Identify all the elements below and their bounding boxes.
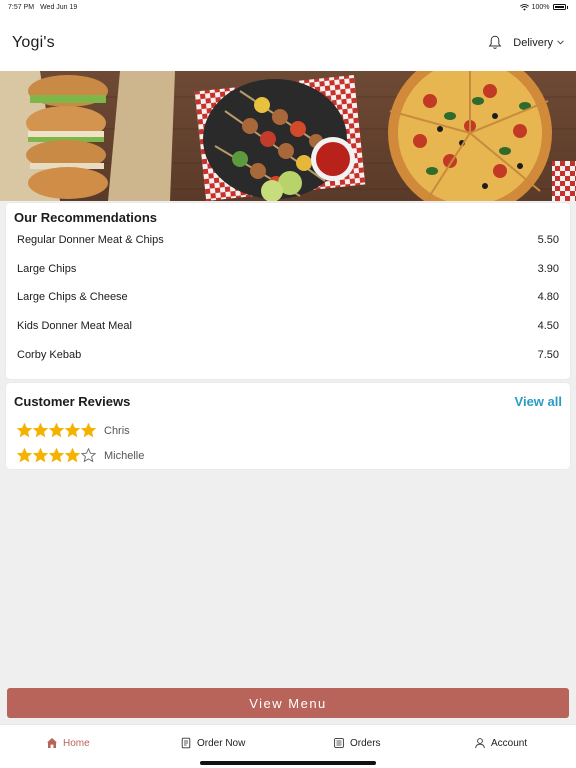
star-filled-icon bbox=[17, 448, 32, 463]
user-icon bbox=[475, 738, 485, 749]
recommendation-item[interactable]: Kids Donner Meat Meal 4.50 bbox=[14, 312, 562, 341]
home-icon bbox=[47, 738, 57, 748]
tab-orders[interactable]: Orders bbox=[333, 737, 381, 749]
tab-account-label: Account bbox=[491, 737, 528, 749]
star-filled-icon bbox=[49, 423, 64, 438]
delivery-mode-label: Delivery bbox=[513, 36, 553, 49]
status-date: Wed Jun 19 bbox=[40, 3, 78, 11]
tab-account[interactable]: Account bbox=[474, 737, 527, 749]
reviews-title: Customer Reviews bbox=[14, 394, 131, 409]
orders-icon bbox=[334, 738, 344, 748]
tab-order-now-label: Order Now bbox=[197, 737, 246, 749]
recommendation-item[interactable]: Large Chips 3.90 bbox=[14, 255, 562, 284]
hero-banner-image bbox=[0, 71, 576, 201]
chevron-down-icon bbox=[557, 40, 564, 45]
status-bar: 7:57 PM Wed Jun 19 100% bbox=[0, 0, 576, 14]
item-name: Large Chips & Cheese bbox=[17, 291, 128, 304]
star-empty-icon bbox=[81, 448, 96, 463]
tab-home[interactable]: Home bbox=[46, 737, 90, 749]
item-name: Large Chips bbox=[17, 262, 77, 275]
star-filled-icon bbox=[49, 448, 64, 463]
item-name: Corby Kebab bbox=[17, 348, 82, 361]
star-filled-icon bbox=[33, 448, 48, 463]
tab-orders-label: Orders bbox=[350, 737, 381, 749]
recommendation-item[interactable]: Corby Kebab 7.50 bbox=[14, 340, 562, 369]
battery-icon bbox=[552, 4, 566, 10]
wifi-icon bbox=[519, 3, 529, 11]
app-header: Yogi's Delivery bbox=[0, 14, 576, 71]
recommendation-item[interactable]: Large Chips & Cheese 4.80 bbox=[14, 283, 562, 312]
star-filled-icon bbox=[65, 448, 80, 463]
item-price: 4.80 bbox=[537, 291, 559, 304]
item-price: 4.50 bbox=[537, 320, 559, 333]
item-name: Regular Donner Meat & Chips bbox=[17, 234, 164, 247]
item-price: 5.50 bbox=[537, 234, 559, 247]
reviews-card: Customer Reviews View all Chris Michelle bbox=[6, 383, 570, 469]
star-filled-icon bbox=[33, 423, 48, 438]
recommendations-card: Our Recommendations Regular Donner Meat … bbox=[6, 203, 570, 379]
item-price: 7.50 bbox=[537, 348, 559, 361]
bell-icon[interactable] bbox=[487, 35, 503, 51]
recommendations-title: Our Recommendations bbox=[14, 210, 158, 225]
item-price: 3.90 bbox=[537, 262, 559, 275]
star-filled-icon bbox=[17, 423, 32, 438]
review-item: Chris bbox=[14, 418, 562, 443]
item-name: Kids Donner Meat Meal bbox=[17, 320, 132, 333]
reviewer-name: Michelle bbox=[104, 449, 145, 462]
reviewer-name: Chris bbox=[104, 424, 130, 437]
status-time: 7:57 PM bbox=[8, 3, 35, 11]
app-title: Yogi's bbox=[12, 33, 55, 51]
battery-percent: 100% bbox=[531, 3, 550, 11]
order-icon bbox=[181, 737, 191, 749]
view-all-reviews-link[interactable]: View all bbox=[515, 394, 562, 409]
star-rating bbox=[17, 448, 96, 463]
recommendation-item[interactable]: Regular Donner Meat & Chips 5.50 bbox=[14, 226, 562, 255]
star-rating bbox=[17, 423, 96, 438]
home-indicator bbox=[200, 761, 376, 765]
tab-order-now[interactable]: Order Now bbox=[180, 737, 245, 749]
review-item: Michelle bbox=[14, 443, 562, 468]
star-filled-icon bbox=[81, 423, 96, 438]
star-filled-icon bbox=[65, 423, 80, 438]
tab-home-label: Home bbox=[63, 737, 90, 749]
view-menu-button[interactable]: View Menu bbox=[7, 688, 569, 718]
delivery-mode-select[interactable]: Delivery bbox=[513, 37, 564, 49]
bottom-tab-bar: Home Order Now Orders Account bbox=[0, 724, 576, 768]
